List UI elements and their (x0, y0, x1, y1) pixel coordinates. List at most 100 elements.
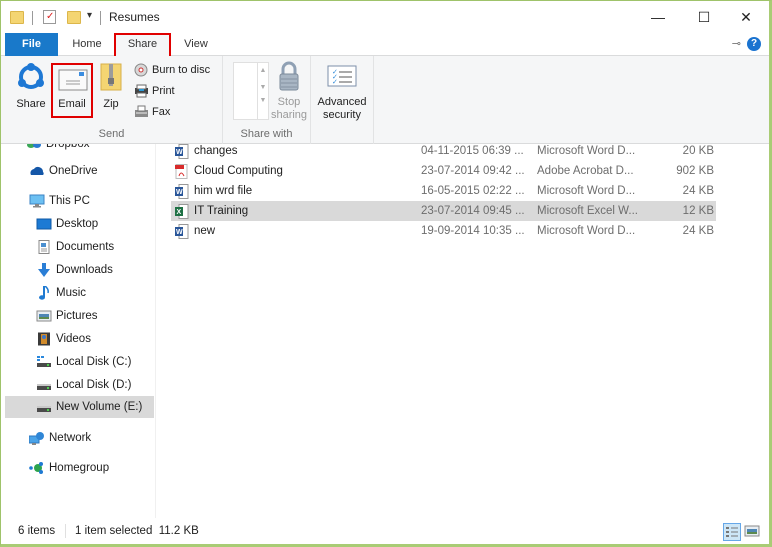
minimize-button[interactable]: — (635, 1, 681, 33)
fax-icon (135, 105, 148, 117)
stop-sharing-label: Stop sharing (269, 96, 309, 122)
tab-share[interactable]: Share (114, 33, 171, 56)
burn-label: Burn to disc (152, 64, 211, 76)
lock-icon (279, 61, 299, 91)
nav-item-new-volume-e[interactable]: New Volume (E:) (5, 396, 154, 418)
nav-item-downloads[interactable]: Downloads (36, 259, 151, 281)
stop-sharing-button[interactable]: Stop sharing (269, 60, 309, 121)
share-with-scroll[interactable]: ▲ ▼ ▼ (257, 63, 268, 119)
nav-item-local-disk-c[interactable]: Local Disk (C:) (36, 351, 151, 373)
toolbar-separator (100, 11, 101, 25)
nav-label: Downloads (56, 264, 113, 276)
downloads-icon (38, 263, 50, 277)
advanced-security-line1: Advanced (317, 96, 367, 108)
nav-label: Documents (56, 241, 115, 253)
close-icon: ✕ (740, 8, 752, 25)
fax-button[interactable]: Fax (134, 103, 170, 121)
svg-text:W: W (176, 189, 183, 196)
large-icons-view-button[interactable] (744, 523, 762, 541)
toolbar-separator (32, 11, 33, 25)
folder-icon[interactable] (10, 11, 24, 24)
file-date: 23-07-2014 09:42 ... (421, 165, 525, 177)
file-row[interactable]: Cloud Computing 23-07-2014 09:42 ... Ado… (171, 161, 716, 181)
drive-icon (37, 406, 51, 412)
share-button[interactable]: Share (11, 60, 51, 114)
item-count: 6 items (18, 525, 56, 537)
print-button[interactable]: Print (134, 82, 175, 100)
status-divider (65, 524, 66, 538)
share-with-list[interactable]: ▲ ▼ ▼ (233, 62, 269, 120)
help-icon[interactable]: ? (747, 37, 761, 51)
nav-item-onedrive[interactable]: OneDrive (29, 160, 151, 182)
email-button[interactable]: Email (51, 63, 93, 118)
send-group-label: Send (98, 128, 125, 140)
zip-button[interactable]: Zip (97, 60, 125, 114)
security-group: ✓ ✓ ✓ Advanced security (311, 56, 374, 144)
file-type: Microsoft Word D... (537, 185, 636, 197)
stop-sharing-line1: Stop (277, 96, 301, 108)
file-name: Cloud Computing (194, 165, 283, 177)
file-row[interactable]: W new 19-09-2014 10:35 ... Microsoft Wor… (171, 221, 716, 241)
file-date: 04-11-2015 06:39 ... (421, 145, 524, 157)
nav-item-this-pc[interactable]: This PC (29, 190, 151, 212)
file-type: Microsoft Word D... (537, 225, 636, 237)
file-size: 24 KB (682, 225, 714, 237)
nav-item-homegroup[interactable]: Homegroup (29, 457, 151, 479)
details-view-button[interactable] (723, 523, 741, 541)
word-doc-icon: W (175, 144, 189, 159)
advanced-security-icon: ✓ ✓ ✓ (327, 65, 357, 87)
nav-item-local-disk-d[interactable]: Local Disk (D:) (36, 374, 151, 396)
advanced-security-button[interactable]: ✓ ✓ ✓ Advanced security (313, 60, 371, 121)
file-name: new (194, 225, 216, 237)
close-button[interactable]: ✕ (723, 1, 769, 33)
disc-icon (134, 63, 148, 77)
nav-label: Local Disk (D:) (56, 379, 132, 391)
share-with-group: ▲ ▼ ▼ Stop sharing Share with (223, 56, 311, 144)
file-size: 24 KB (682, 185, 714, 197)
scroll-down-icon[interactable]: ▼ (258, 84, 268, 91)
maximize-button[interactable]: ☐ (681, 1, 727, 33)
window-title: Resumes (109, 10, 160, 24)
send-group: Share Email Zip Burn to disc Print Fax S… (1, 56, 223, 144)
nav-label: Videos (56, 333, 91, 345)
nav-label: Homegroup (49, 462, 110, 474)
large-icons-view-icon (744, 525, 760, 537)
advanced-security-line2: security (323, 109, 361, 121)
new-folder-icon[interactable] (67, 11, 81, 24)
status-bar: 6 items 1 item selected 11.2 KB (1, 518, 769, 544)
file-date: 23-07-2014 09:45 ... (421, 205, 525, 217)
nav-label: New Volume (E:) (56, 401, 143, 413)
tab-file[interactable]: File (5, 33, 58, 56)
stop-sharing-line2: sharing (270, 109, 308, 121)
expand-gallery-icon[interactable]: ▼ (258, 97, 268, 104)
properties-icon[interactable]: ✓ (43, 10, 56, 24)
customize-toolbar-icon[interactable]: ▾ (87, 10, 92, 21)
nav-label: OneDrive (49, 165, 98, 177)
email-label: Email (58, 98, 86, 110)
nav-item-documents[interactable]: Documents (36, 236, 151, 258)
burn-to-disc-button[interactable]: Burn to disc (134, 61, 210, 79)
file-list: W changes 04-11-2015 06:39 ... Microsoft… (157, 141, 769, 518)
tab-home[interactable]: Home (62, 33, 112, 56)
file-size: 902 KB (676, 165, 714, 177)
onedrive-icon (30, 167, 44, 175)
nav-item-desktop[interactable]: Desktop (36, 213, 151, 235)
drive-icon (37, 384, 51, 390)
nav-item-network[interactable]: Network (29, 427, 151, 449)
nav-item-dropbox[interactable]: Dropbox (26, 144, 151, 155)
maximize-icon: ☐ (697, 8, 711, 25)
nav-label: Local Disk (C:) (56, 356, 132, 368)
scroll-up-icon[interactable]: ▲ (258, 67, 268, 74)
nav-item-music[interactable]: Music (36, 282, 151, 304)
desktop-icon (36, 218, 52, 230)
file-row-selected[interactable]: X IT Training 23-07-2014 09:45 ... Micro… (171, 201, 716, 221)
file-row[interactable]: W changes 04-11-2015 06:39 ... Microsoft… (171, 141, 716, 161)
nav-item-pictures[interactable]: Pictures (36, 305, 151, 327)
selection-info: 1 item selected 11.2 KB (75, 525, 199, 537)
share-icon (18, 63, 44, 89)
pin-ribbon-icon[interactable]: ⊸ (732, 37, 741, 50)
file-row[interactable]: W him wrd file 16-05-2015 02:22 ... Micr… (171, 181, 716, 201)
tab-view[interactable]: View (173, 33, 219, 56)
minimize-icon: — (651, 9, 665, 25)
nav-item-videos[interactable]: Videos (36, 328, 151, 350)
